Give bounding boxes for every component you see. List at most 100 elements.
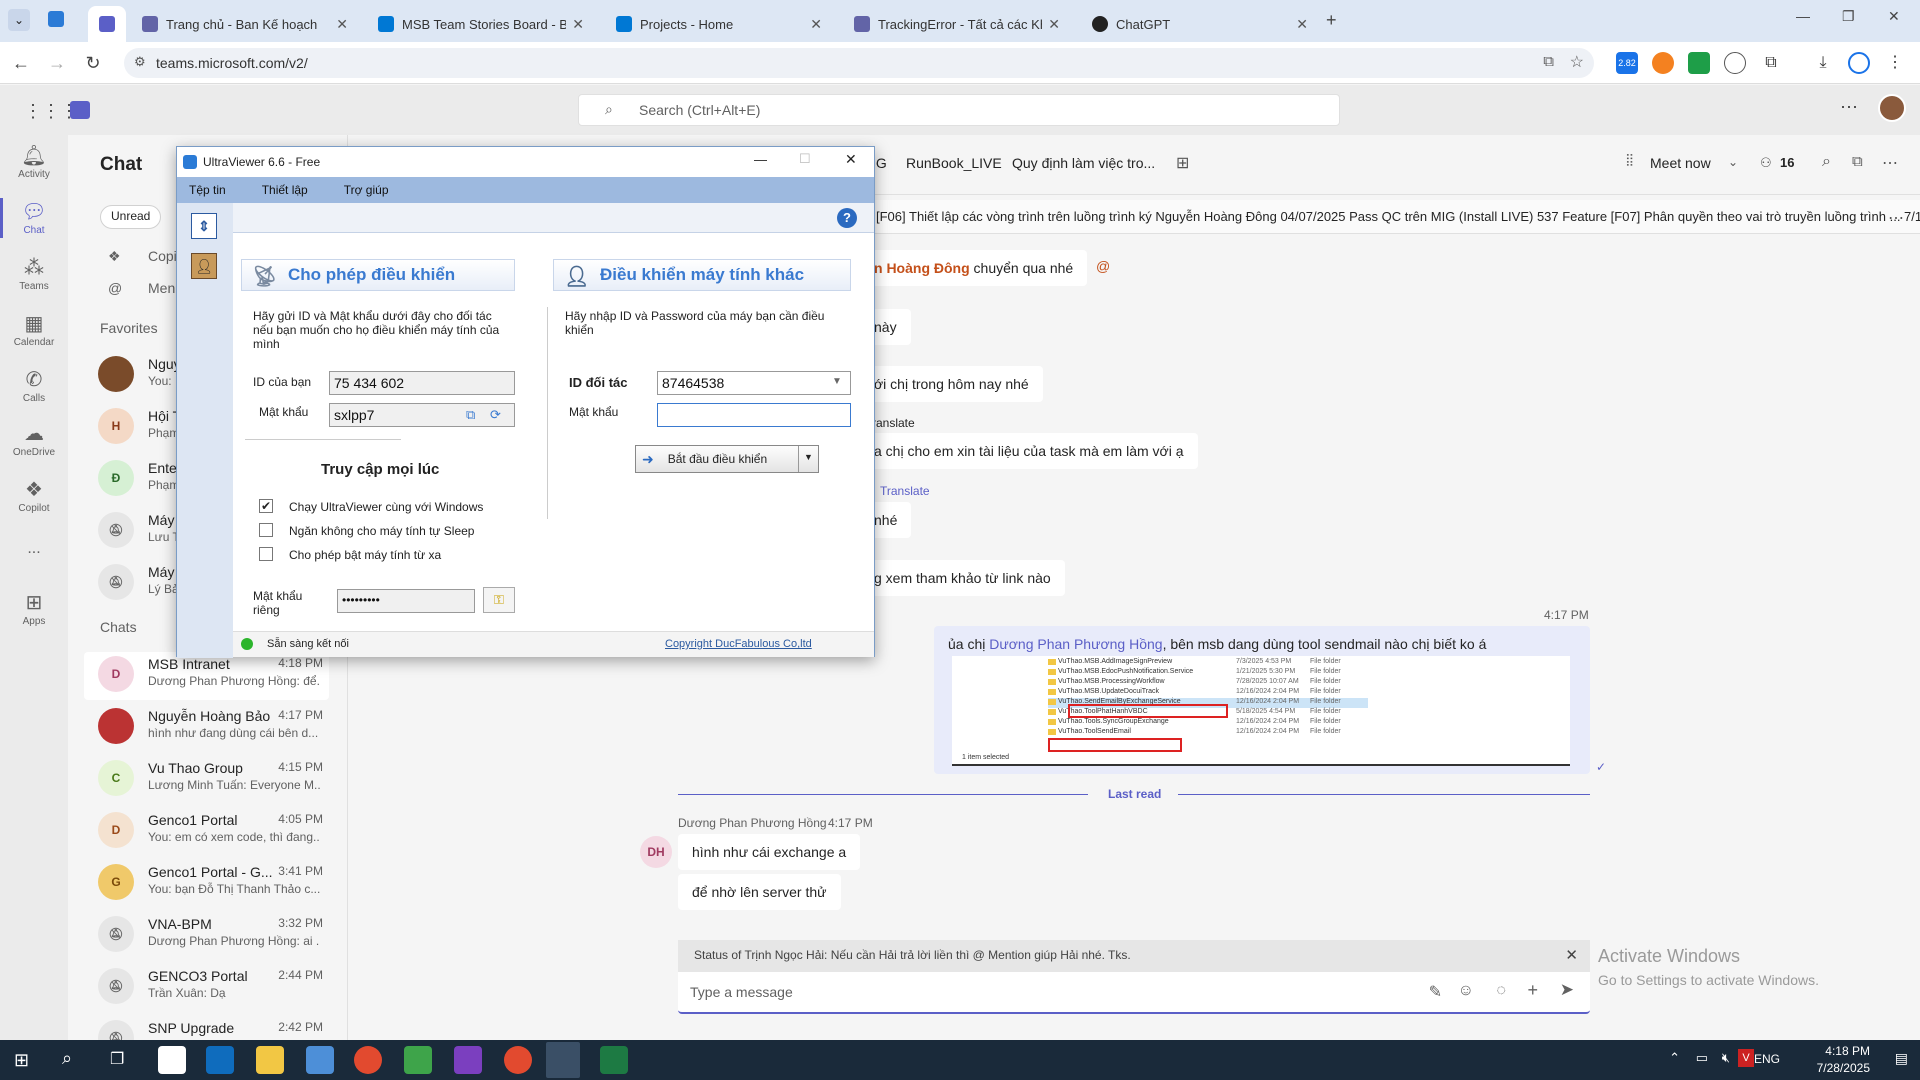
close-icon[interactable]: ✕	[336, 16, 348, 33]
chat-item[interactable]: 🔕︎ GENCO3 Portal Trần Xuân: Dạ 2:44 PM	[84, 964, 329, 1012]
key-icon[interactable]: ⚿	[483, 587, 515, 613]
download-icon[interactable]: ⤓	[1812, 52, 1834, 74]
rail-copilot[interactable]: ❖ Copilot	[0, 477, 68, 514]
header-tab[interactable]: Quy định làm việc tro...	[1012, 155, 1155, 171]
close-icon[interactable]: ✕	[1296, 16, 1308, 33]
private-password-field[interactable]: •••••••••	[337, 589, 475, 613]
rail-more[interactable]: ...	[0, 540, 68, 558]
dropdown-arrow-icon[interactable]: ▼	[804, 452, 813, 462]
rail-apps[interactable]: ⊞ Apps	[0, 590, 68, 627]
plus-icon[interactable]: +	[1527, 980, 1538, 1001]
search-icon[interactable]: ⌕	[1822, 153, 1831, 171]
back-arrow-icon[interactable]: ←	[10, 52, 32, 74]
extensions-puzzle-icon[interactable]: ⧉	[1760, 52, 1782, 74]
outlook-pinned-tab-icon[interactable]	[48, 11, 64, 27]
close-icon[interactable]: ✕	[572, 16, 584, 33]
rail-calendar[interactable]: ▦ Calendar	[0, 311, 68, 348]
ultraviewer-taskbar-icon[interactable]	[546, 1042, 580, 1078]
extension-green-icon[interactable]	[1688, 52, 1710, 74]
pinned-copilot[interactable]: Copi	[148, 248, 177, 264]
menu-file[interactable]: Tệp tin	[189, 183, 226, 197]
your-id-field[interactable]: 75 434 602	[329, 371, 515, 395]
file-explorer-taskbar-icon[interactable]	[256, 1046, 284, 1074]
visual-studio-taskbar-icon[interactable]	[454, 1046, 482, 1074]
tab-2[interactable]: Projects - Home ✕	[604, 6, 834, 42]
translate-link[interactable]: ranslate	[872, 416, 915, 430]
popout-icon[interactable]: ⧉	[1852, 153, 1863, 170]
tab-1[interactable]: MSB Team Stories Board - Boar ✕	[366, 6, 596, 42]
excel-taskbar-icon[interactable]	[600, 1046, 628, 1074]
dropdown-arrow-icon[interactable]: ▼	[832, 376, 842, 387]
teams-pinned-tab[interactable]	[88, 6, 126, 42]
outlook-taskbar-icon[interactable]	[206, 1046, 234, 1074]
tab-0[interactable]: Trang chủ - Ban Kế hoạch ✕	[130, 6, 360, 42]
chat-item[interactable]: Nguyễn Hoàng Bảo hình như đang dùng cái …	[84, 704, 329, 752]
meet-now-button[interactable]: Meet now	[1650, 155, 1711, 171]
chrome-taskbar-icon[interactable]	[354, 1046, 382, 1074]
emoji-icon[interactable]: ☺	[1458, 982, 1474, 1000]
pinned-mentions[interactable]: Men	[148, 280, 175, 296]
search-icon[interactable]: ⌕	[62, 1048, 72, 1069]
mention[interactable]: n Hoàng Đông	[874, 260, 970, 276]
pinned-more-icon[interactable]: ⋯	[1888, 208, 1904, 228]
option-checkbox[interactable]	[259, 547, 273, 561]
menu-help[interactable]: Trợ giúp	[344, 183, 389, 197]
notification-icon[interactable]: ▤	[1895, 1050, 1908, 1067]
minimize-icon[interactable]: —	[754, 152, 767, 167]
more-options-icon[interactable]: ⋯	[1840, 97, 1858, 118]
chrome-taskbar-icon[interactable]	[504, 1046, 532, 1074]
close-icon[interactable]: ✕	[1048, 16, 1060, 33]
install-app-icon[interactable]: ⧉	[1543, 53, 1554, 70]
restore-icon[interactable]: ❐	[1842, 8, 1855, 25]
notion-taskbar-icon[interactable]	[158, 1046, 186, 1074]
rail-chat[interactable]: 💬︎ Chat	[0, 199, 68, 236]
refresh-icon[interactable]: ⟳	[490, 407, 501, 423]
network-app-taskbar-icon[interactable]	[306, 1046, 334, 1074]
mention[interactable]: Dương Phan Phương Hồng	[989, 636, 1162, 652]
rail-activity[interactable]: 🔔︎ Activity	[0, 143, 68, 180]
more-options-icon[interactable]: ⋯	[1882, 153, 1898, 173]
rail-teams[interactable]: ⁂ Teams	[0, 255, 68, 292]
connect-tab-icon[interactable]: ⇕	[191, 213, 217, 239]
contacts-tab-icon[interactable]: 👤︎	[191, 253, 217, 279]
chat-item[interactable]: 🔕︎ SNP Upgrade 2:42 PM	[84, 1016, 329, 1040]
header-tab[interactable]: RunBook_LIVE	[906, 155, 1002, 171]
site-info-icon[interactable]: ⚙	[134, 54, 146, 70]
copyright-link[interactable]: Copyright DucFabulous Co,ltd	[665, 638, 812, 650]
network-icon[interactable]: ▭	[1696, 1050, 1708, 1066]
extension-orange-icon[interactable]	[1652, 52, 1674, 74]
reload-icon[interactable]: ↻	[82, 52, 104, 74]
pinned-message-bar[interactable]: [F06] Thiết lập các vòng trình trên luồn…	[860, 200, 1920, 234]
attached-screenshot[interactable]: VuThao.MSB.AddImageSignPreview 7/3/2025 4…	[952, 656, 1570, 766]
people-icon[interactable]: ⚇	[1760, 155, 1772, 171]
profile-icon[interactable]	[1848, 52, 1870, 74]
extension-badge-icon[interactable]: 2.82	[1616, 52, 1638, 74]
copy-icon[interactable]: ⧉	[466, 407, 475, 423]
teams-search-input[interactable]: ⌕ Search (Ctrl+Alt+E)	[578, 94, 1340, 126]
tab-menu-chevron-icon[interactable]: ⌄	[8, 9, 30, 31]
compose-box[interactable]: Type a message ✎ ☺ ◌ + ➤	[678, 972, 1590, 1014]
extension-openai-icon[interactable]	[1724, 52, 1746, 74]
input-language[interactable]: ENG	[1754, 1052, 1780, 1066]
task-view-icon[interactable]: ❐	[110, 1049, 124, 1069]
unikey-icon[interactable]: V	[1738, 1049, 1754, 1067]
send-icon[interactable]: ➤	[1560, 980, 1574, 1000]
maximize-icon[interactable]: ☐	[799, 151, 811, 167]
chat-item[interactable]: D Genco1 Portal You: em có xem code, thì…	[84, 808, 329, 856]
partner-id-combobox[interactable]: 87464538 ▼	[657, 371, 851, 395]
minimize-icon[interactable]: —	[1796, 8, 1810, 24]
format-icon[interactable]: ✎	[1429, 982, 1442, 1002]
password-field[interactable]: sxlpp7 ⧉ ⟳	[329, 403, 515, 427]
chat-item[interactable]: 🔕︎ VNA-BPM Dương Phan Phương Hồng: ai ..…	[84, 912, 329, 960]
start-control-button[interactable]: ➜ Bắt đầu điều khiển ▼	[635, 445, 819, 473]
browser-menu-icon[interactable]: ⋮	[1884, 52, 1906, 74]
chat-item[interactable]: G Genco1 Portal - G... You: bạn Đỗ Thị T…	[84, 860, 329, 908]
option-checkbox[interactable]: ✔	[259, 499, 273, 513]
chevron-down-icon[interactable]: ⌄	[1728, 155, 1738, 169]
close-icon[interactable]: ✕	[845, 151, 857, 168]
volume-icon[interactable]: 🔇︎	[1722, 1050, 1730, 1066]
menu-settings[interactable]: Thiết lập	[262, 183, 308, 197]
rail-onedrive[interactable]: ☁ OneDrive	[0, 421, 68, 458]
add-tab-icon[interactable]: ⊞	[1176, 153, 1189, 173]
tray-chevron-icon[interactable]: ⌃	[1669, 1050, 1680, 1066]
